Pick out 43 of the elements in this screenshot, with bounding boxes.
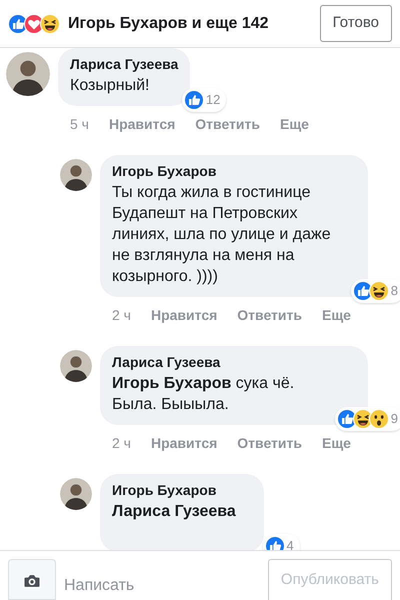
author-name[interactable]: Лариса Гузеева bbox=[112, 352, 356, 373]
author-name[interactable]: Игорь Бухаров bbox=[112, 480, 252, 501]
author-name[interactable]: Лариса Гузеева bbox=[70, 54, 178, 75]
reaction-count: 4 bbox=[286, 537, 294, 550]
comment-text: Игорь Бухаров сука чё. Была. Быыыла. bbox=[112, 374, 296, 415]
comment-time: 5 ч bbox=[70, 115, 89, 134]
avatar[interactable] bbox=[60, 350, 92, 382]
reaction-count: 8 bbox=[390, 282, 398, 300]
comment-action-link[interactable]: Еще bbox=[280, 114, 309, 135]
comment-action-link[interactable]: Ответить bbox=[237, 305, 302, 326]
avatar[interactable] bbox=[60, 478, 92, 510]
reaction-count-badge[interactable]: 12 bbox=[182, 88, 226, 112]
comment-action-link[interactable]: Ответить bbox=[237, 433, 302, 454]
camera-button[interactable] bbox=[8, 559, 56, 600]
comment-action-link[interactable]: Нравится bbox=[108, 114, 176, 135]
avatar[interactable] bbox=[60, 159, 92, 191]
comment-action-link[interactable]: Ответить bbox=[195, 114, 260, 135]
reaction-count-badge[interactable]: 8 bbox=[350, 279, 400, 303]
author-name[interactable]: Игорь Бухаров bbox=[112, 161, 356, 182]
reactions-title: Игорь Бухаров и еще 142 bbox=[68, 14, 270, 34]
reaction-count-badge[interactable]: 4 bbox=[262, 534, 300, 550]
reaction-count: 12 bbox=[206, 91, 220, 110]
camera-icon bbox=[22, 571, 42, 591]
comment-text: Ты когда жила в гостинице Будапешт на Петровских линиях, шла по улице и даже не взглянула на меня на козырного. )))) bbox=[112, 183, 332, 287]
laughing-emoji-icon bbox=[368, 281, 389, 301]
comment-time: 2 ч bbox=[112, 306, 131, 325]
comment-action-link[interactable]: Нравится bbox=[150, 433, 218, 454]
publish-button[interactable]: Опубликовать bbox=[268, 559, 392, 600]
avatar[interactable] bbox=[6, 52, 50, 96]
comment-action-link[interactable]: Еще bbox=[322, 433, 351, 454]
surprised-emoji-icon bbox=[368, 409, 389, 429]
reaction-count: 9 bbox=[390, 410, 398, 428]
reaction-count-badge[interactable]: 9 bbox=[334, 407, 400, 431]
laughing-emoji-icon bbox=[40, 14, 60, 34]
comment-input-field[interactable]: Написать bbox=[64, 559, 260, 600]
comment-time: 2 ч bbox=[112, 434, 131, 453]
comment-text: Козырный! bbox=[70, 76, 150, 96]
comment-action-link[interactable]: Еще bbox=[322, 305, 351, 326]
reactions-summary[interactable] bbox=[8, 14, 60, 34]
done-button[interactable]: Готово bbox=[320, 5, 392, 42]
comment-action-link[interactable]: Нравится bbox=[150, 305, 218, 326]
comment-text: Лариса Гузеева bbox=[112, 502, 237, 522]
like-icon bbox=[184, 90, 204, 110]
